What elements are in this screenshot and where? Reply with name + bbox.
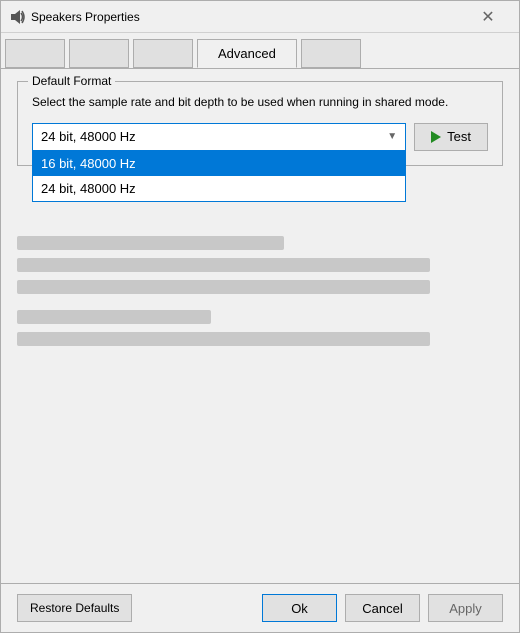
- gray-bar-2: [17, 258, 430, 272]
- group-label: Default Format: [28, 74, 115, 88]
- description-text: Select the sample rate and bit depth to …: [32, 94, 488, 111]
- disabled-content: [17, 236, 503, 294]
- test-button-label: Test: [447, 129, 471, 144]
- play-icon: [431, 131, 441, 143]
- cancel-button[interactable]: Cancel: [345, 594, 420, 622]
- format-select[interactable]: 24 bit, 48000 Hz ▼: [32, 123, 406, 151]
- gray-bar-3: [17, 280, 430, 294]
- chevron-down-icon: ▼: [387, 131, 397, 142]
- gray-bar-5: [17, 332, 430, 346]
- close-button[interactable]: ✕: [465, 1, 511, 33]
- window-title: Speakers Properties: [31, 10, 465, 24]
- gray-bar-1: [17, 236, 284, 250]
- format-dropdown: 16 bit, 48000 Hz 24 bit, 48000 Hz: [32, 151, 406, 202]
- ok-button[interactable]: Ok: [262, 594, 337, 622]
- speakers-properties-window: Speakers Properties ✕ Advanced Default F…: [0, 0, 520, 633]
- content-area: Default Format Select the sample rate an…: [1, 69, 519, 583]
- gray-bar-4: [17, 310, 211, 324]
- select-row: 24 bit, 48000 Hz ▼ 16 bit, 48000 Hz 24 b…: [32, 123, 488, 151]
- title-bar: Speakers Properties ✕: [1, 1, 519, 33]
- tab-1[interactable]: [5, 39, 65, 68]
- speaker-icon: [9, 9, 25, 25]
- apply-button[interactable]: Apply: [428, 594, 503, 622]
- select-value: 24 bit, 48000 Hz: [41, 129, 136, 144]
- restore-defaults-button[interactable]: Restore Defaults: [17, 594, 132, 622]
- test-button[interactable]: Test: [414, 123, 488, 151]
- tab-3[interactable]: [133, 39, 193, 68]
- tab-2[interactable]: [69, 39, 129, 68]
- tab-5[interactable]: [301, 39, 361, 68]
- bottom-bar: Restore Defaults Ok Cancel Apply: [1, 583, 519, 632]
- tab-bar: Advanced: [1, 33, 519, 69]
- dropdown-item-16bit[interactable]: 16 bit, 48000 Hz: [33, 151, 405, 176]
- dialog-buttons: Ok Cancel Apply: [262, 594, 503, 622]
- format-select-wrapper: 24 bit, 48000 Hz ▼ 16 bit, 48000 Hz 24 b…: [32, 123, 406, 151]
- default-format-group: Default Format Select the sample rate an…: [17, 81, 503, 166]
- dropdown-item-24bit[interactable]: 24 bit, 48000 Hz: [33, 176, 405, 201]
- secondary-content: [17, 310, 503, 346]
- tab-advanced[interactable]: Advanced: [197, 39, 297, 68]
